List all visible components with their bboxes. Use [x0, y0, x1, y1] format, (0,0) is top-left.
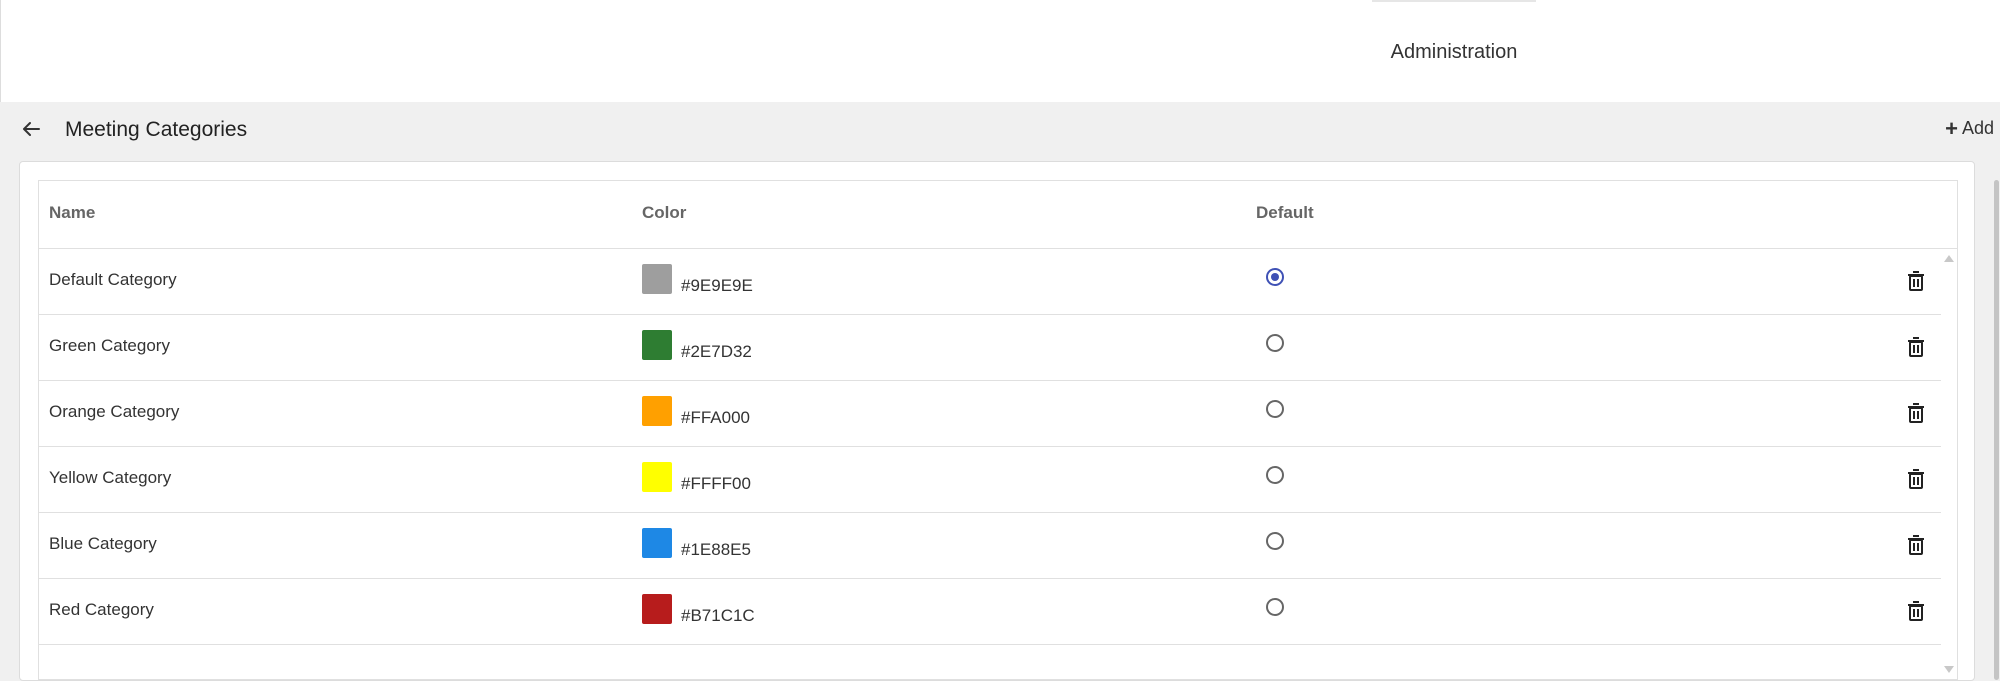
- delete-button[interactable]: [1907, 535, 1925, 555]
- color-swatch: [642, 462, 672, 492]
- category-name: Red Category: [49, 600, 154, 619]
- category-name: Blue Category: [49, 534, 157, 553]
- tab-administration[interactable]: Administration: [1372, 0, 1536, 102]
- default-radio[interactable]: [1266, 268, 1284, 286]
- table-row: Red Category #B71C1C: [39, 579, 1941, 645]
- default-radio[interactable]: [1266, 334, 1284, 352]
- trash-icon: [1908, 469, 1924, 489]
- category-name: Yellow Category: [49, 468, 172, 487]
- table-scrollbar[interactable]: [1939, 249, 1957, 679]
- category-name: Orange Category: [49, 402, 180, 421]
- back-button[interactable]: [18, 116, 44, 142]
- trash-icon: [1908, 271, 1924, 291]
- table-row: Blue Category #1E88E5: [39, 513, 1941, 579]
- table-row: Yellow Category #FFFF00: [39, 447, 1941, 513]
- scroll-down-arrow-icon[interactable]: [1944, 666, 1954, 673]
- column-header-default: Default: [1256, 203, 1314, 222]
- add-category-button[interactable]: + Add: [1945, 115, 1994, 141]
- color-swatch: [642, 264, 672, 294]
- default-radio[interactable]: [1266, 466, 1284, 484]
- categories-table: Name Color Default Default Category #9E9…: [38, 180, 1958, 680]
- category-name: Default Category: [49, 270, 177, 289]
- table-header: Name Color Default: [39, 181, 1957, 249]
- page-header: Meeting Categories + Add: [0, 102, 2000, 158]
- color-hex: #B71C1C: [681, 606, 755, 625]
- color-swatch: [642, 396, 672, 426]
- trash-icon: [1908, 337, 1924, 357]
- plus-icon: +: [1945, 115, 1958, 141]
- column-header-name: Name: [49, 203, 96, 222]
- table-row: Orange Category #FFA000: [39, 381, 1941, 447]
- color-hex: #2E7D32: [681, 342, 752, 361]
- color-swatch: [642, 594, 672, 624]
- table-row: Green Category #2E7D32: [39, 315, 1941, 381]
- default-radio[interactable]: [1266, 598, 1284, 616]
- categories-card: Name Color Default Default Category #9E9…: [19, 161, 1975, 681]
- color-swatch: [642, 528, 672, 558]
- delete-button[interactable]: [1907, 271, 1925, 291]
- table-body: Default Category #9E9E9E Green Category …: [39, 249, 1941, 645]
- page-title: Meeting Categories: [65, 118, 248, 141]
- table-row: Default Category #9E9E9E: [39, 249, 1941, 315]
- color-hex: #9E9E9E: [681, 276, 753, 295]
- color-hex: #FFA000: [681, 408, 750, 427]
- color-hex: #FFFF00: [681, 474, 751, 493]
- trash-icon: [1908, 601, 1924, 621]
- trash-icon: [1908, 403, 1924, 423]
- scroll-up-arrow-icon[interactable]: [1944, 255, 1954, 262]
- delete-button[interactable]: [1907, 403, 1925, 423]
- color-hex: #1E88E5: [681, 540, 751, 559]
- top-navigation-bar: Administration: [0, 0, 2000, 102]
- color-swatch: [642, 330, 672, 360]
- arrow-left-icon: [23, 122, 40, 136]
- page-scrollbar[interactable]: [1994, 166, 2000, 680]
- page-scrollbar-thumb[interactable]: [1994, 180, 1999, 680]
- trash-icon: [1908, 535, 1924, 555]
- category-name: Green Category: [49, 336, 170, 355]
- default-radio[interactable]: [1266, 400, 1284, 418]
- add-button-label: Add: [1961, 118, 1994, 138]
- delete-button[interactable]: [1907, 601, 1925, 621]
- delete-button[interactable]: [1907, 469, 1925, 489]
- delete-button[interactable]: [1907, 337, 1925, 357]
- default-radio[interactable]: [1266, 532, 1284, 550]
- column-header-color: Color: [642, 203, 687, 222]
